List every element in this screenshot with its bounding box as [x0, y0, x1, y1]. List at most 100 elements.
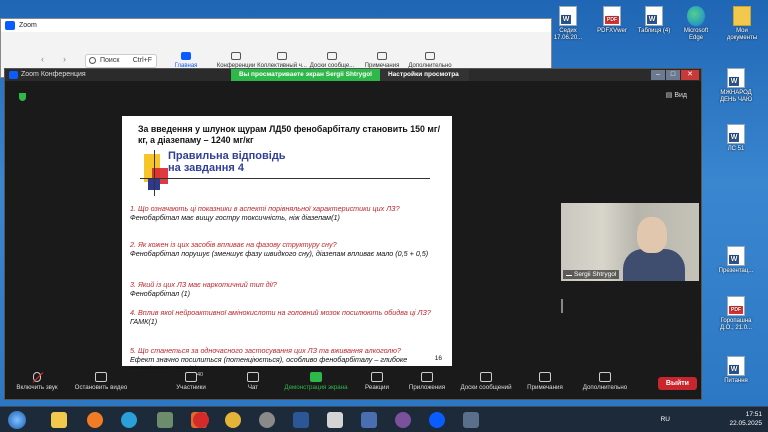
view-button[interactable]: ▤ Вид [666, 91, 687, 99]
taskbar-store[interactable] [354, 410, 384, 430]
pdf-icon [603, 6, 621, 26]
word-icon [293, 412, 309, 428]
taskbar-viber[interactable] [388, 410, 418, 430]
taskbar-explorer[interactable] [44, 410, 74, 430]
qa-item: 1. Що означають ці показники в аспекті п… [130, 204, 400, 222]
desktop-icon-documents[interactable]: Мои документы [722, 6, 762, 42]
desktop-icon-questions[interactable]: Питання [716, 356, 756, 385]
search-icon [89, 57, 96, 64]
folder-icon [733, 6, 751, 26]
whiteboard-icon [327, 52, 337, 60]
desktop-icon-tea-day[interactable]: МЖНАРОД ДЕНЬ ЧАЮ [716, 68, 756, 104]
word-doc-icon [559, 6, 577, 26]
stop-video-button[interactable]: Остановить видео [71, 372, 131, 391]
tab-team-chat[interactable]: Коллективный ч... [257, 52, 307, 69]
viewing-screen-label: Вы просматриваете экран Sergii Shtrygol [231, 69, 380, 81]
desktop-icon-sedykh[interactable]: Седих 17.06.20... [548, 6, 588, 42]
taskbar-settings[interactable] [252, 410, 282, 430]
desktop-icon-horopashna[interactable]: Горопашна Д.О., 21.0... [716, 296, 756, 332]
apps-icon [421, 372, 433, 382]
calculator-icon [157, 412, 173, 428]
word-doc-icon [727, 68, 745, 88]
search-input[interactable]: Поиск Ctrl+F [85, 54, 157, 68]
zoom-logo-icon [5, 21, 15, 30]
leave-button[interactable]: Выйти [657, 377, 697, 390]
participants-icon [185, 372, 197, 382]
participant-video[interactable]: Sergii Shtrygol [561, 203, 699, 281]
explorer-icon [51, 412, 67, 428]
tab-notes[interactable]: Примечания [357, 52, 407, 69]
desktop-icon-table[interactable]: Таблиця (4) [634, 6, 674, 35]
desktop-icon-ls51[interactable]: ЛС 51 [716, 124, 756, 153]
desktop-icon-pdfxviewer[interactable]: PDFXVwer [592, 6, 632, 35]
participants-button[interactable]: 40 Участники [161, 372, 221, 391]
taskbar-firefox[interactable] [80, 410, 110, 430]
unmute-button[interactable]: Включить звук [7, 372, 67, 391]
window-controls: – □ ✕ [651, 70, 699, 80]
chat-button[interactable]: Чат [223, 372, 283, 391]
taskbar-opera[interactable] [186, 410, 216, 430]
language-indicator[interactable]: RU [661, 416, 670, 423]
tab-more[interactable]: Дополнительно [405, 52, 455, 69]
share-screen-icon [310, 372, 322, 382]
word-doc-icon [727, 246, 745, 266]
calendar-icon [231, 52, 241, 60]
desktop-icon-edge[interactable]: Microsoft Edge [676, 6, 716, 42]
taskbar-edge[interactable] [114, 410, 144, 430]
meeting-toolbar: Включить звук Остановить видео 40 Участни… [5, 369, 701, 399]
edge-icon [687, 6, 705, 26]
view-options-button[interactable]: Настройки просмотра [379, 69, 469, 81]
close-icon[interactable]: ✕ [681, 70, 699, 80]
taskbar-chrome[interactable] [218, 410, 248, 430]
encryption-shield-icon[interactable] [19, 93, 26, 101]
whiteboard-icon [480, 372, 492, 382]
panel-splitter[interactable] [561, 299, 563, 313]
pdf-icon [727, 296, 745, 316]
edge-icon [121, 412, 137, 428]
desktop-icon-presentation[interactable]: Презентац... [716, 246, 756, 275]
qa-item: 3. Який із цих ЛЗ має наркотичний тип ді… [130, 280, 277, 298]
more-icon [425, 52, 435, 60]
notes-button[interactable]: Примечания [515, 372, 575, 391]
taskbar-calculator[interactable] [150, 410, 180, 430]
apps-button[interactable]: Приложения [397, 372, 457, 391]
maximize-icon[interactable]: □ [666, 70, 680, 80]
word-doc-icon [727, 356, 745, 376]
whiteboards-button[interactable]: Доски сообщений [451, 372, 521, 391]
taskbar-zoom[interactable] [422, 410, 452, 430]
firefox-icon [87, 412, 103, 428]
notepad-icon [327, 412, 343, 428]
stack-icon [463, 412, 479, 428]
chat-icon [277, 52, 287, 60]
mic-muted-icon [33, 372, 41, 382]
share-screen-button[interactable]: Демонстрация экрана [279, 372, 353, 391]
more-button[interactable]: Дополнительно [575, 372, 635, 391]
tab-home[interactable]: Главная [161, 52, 211, 69]
start-button[interactable] [2, 410, 32, 430]
tab-whiteboards[interactable]: Доски сообще... [307, 52, 357, 69]
tab-meetings[interactable]: Конференции [211, 52, 261, 69]
taskbar-stack[interactable] [456, 410, 486, 430]
store-icon [361, 412, 377, 428]
settings-icon [259, 412, 275, 428]
taskbar-notepad[interactable] [320, 410, 350, 430]
answer-title: Правильна відповідь на завдання 4 [168, 150, 286, 174]
zoom-main-titlebar: Zoom [1, 19, 551, 32]
notes-icon [377, 52, 387, 60]
video-icon [95, 372, 107, 382]
participant-name-label: Sergii Shtrygol [563, 270, 620, 279]
forward-arrow-icon[interactable]: › [63, 54, 66, 64]
windows-logo-icon [8, 411, 26, 429]
slide-header: За введення у шлунок щурам ЛД50 фенобарб… [138, 124, 441, 145]
back-arrow-icon[interactable]: ‹ [41, 54, 44, 64]
reactions-icon [371, 372, 383, 382]
viber-icon [395, 412, 411, 428]
chrome-icon [225, 412, 241, 428]
qa-item: 2. Як кожен із цих засобів впливає на фа… [130, 240, 429, 258]
minimize-icon[interactable]: – [651, 70, 665, 80]
zoom-logo-icon [9, 71, 18, 79]
screen-share-banner: Вы просматриваете экран Sergii Shtrygol … [231, 69, 469, 81]
word-doc-icon [727, 124, 745, 144]
system-clock[interactable]: 17:51 22.05.2025 [729, 410, 762, 428]
taskbar-word[interactable] [286, 410, 316, 430]
